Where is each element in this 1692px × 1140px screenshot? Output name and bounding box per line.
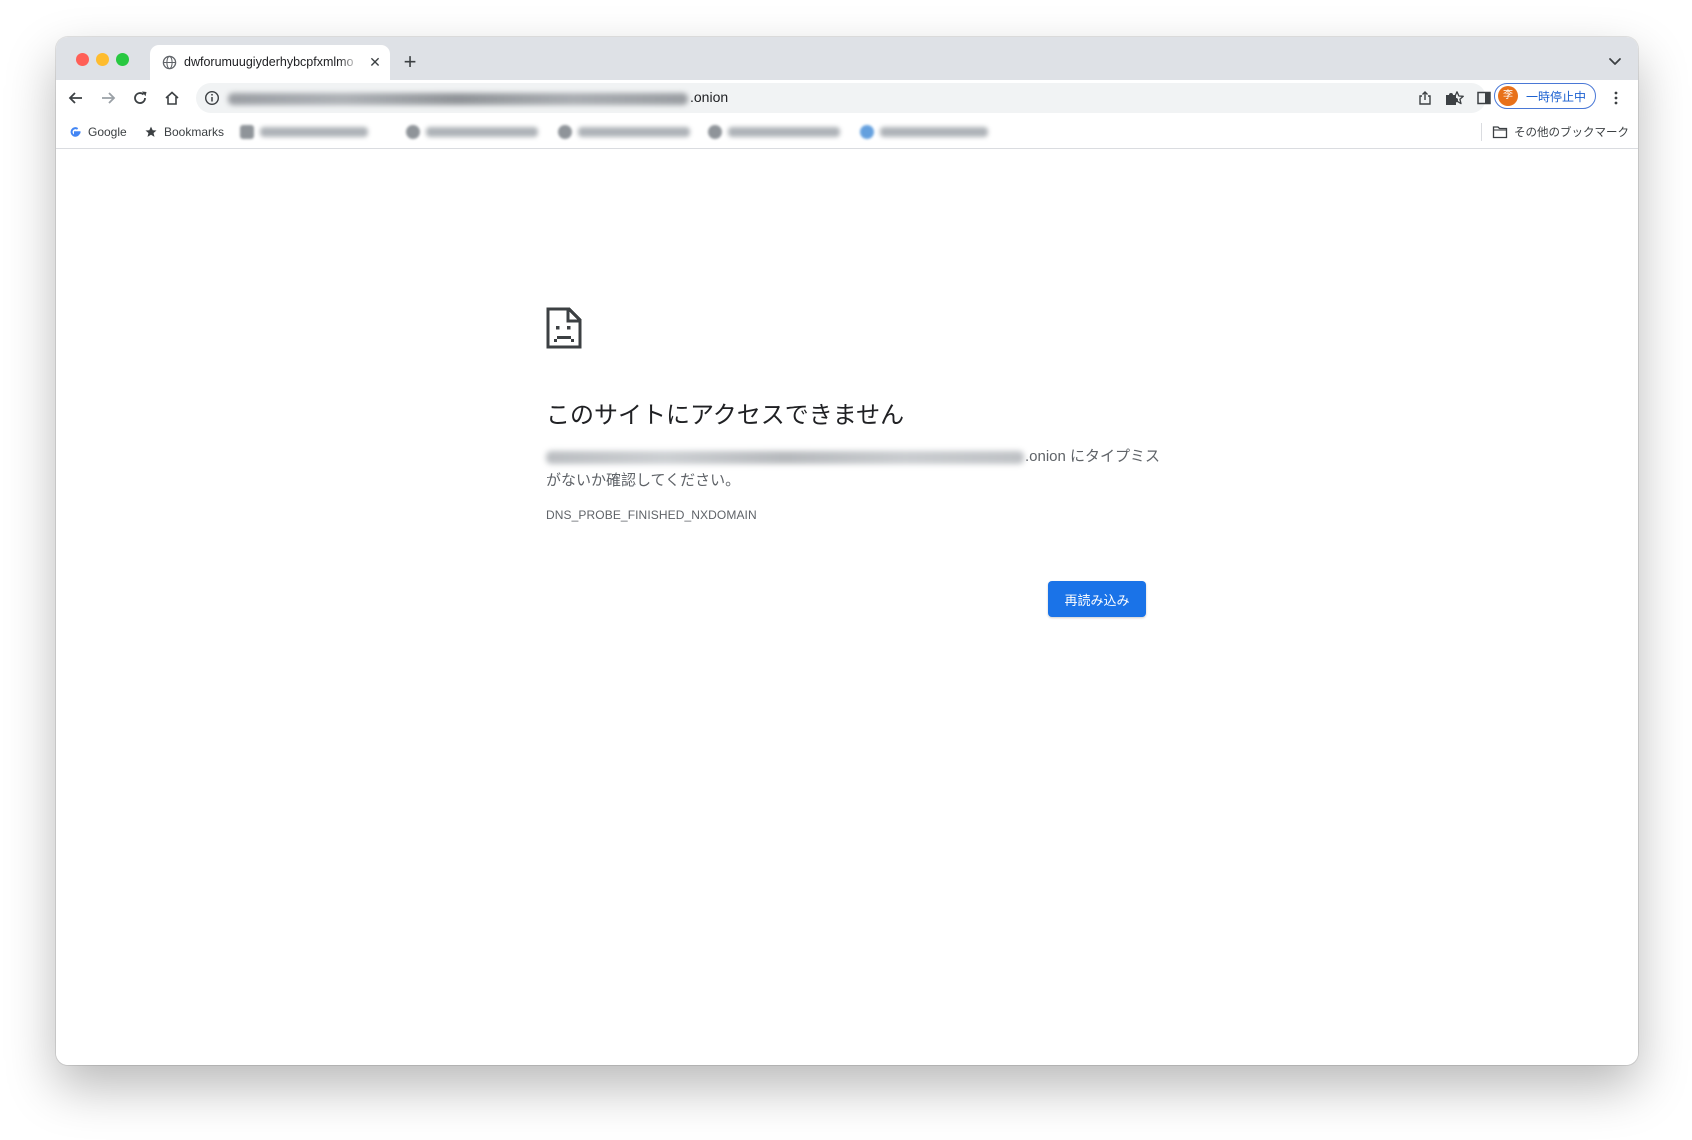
bookmark-bookmarks[interactable]: Bookmarks	[144, 124, 224, 140]
blurred-bookmark-label	[880, 127, 988, 137]
toolbar: .onion 李 一時停止中	[56, 80, 1638, 116]
blurred-favicon-icon	[860, 125, 874, 139]
minimize-window-button[interactable]	[96, 53, 109, 66]
blurred-bookmark-label	[260, 127, 368, 137]
hostname-redacted	[546, 450, 1024, 464]
kebab-menu-icon	[1614, 91, 1618, 105]
profile-status-label: 一時停止中	[1526, 90, 1587, 104]
globe-icon	[162, 55, 177, 70]
blurred-favicon-icon	[406, 125, 420, 139]
extensions-button[interactable]	[1440, 86, 1464, 110]
other-bookmarks[interactable]: その他のブックマーク	[1492, 124, 1629, 140]
blurred-favicon-icon	[240, 125, 254, 139]
url-tld: .onion	[690, 89, 729, 105]
tab-active[interactable]: dwforumuugiyderhybcpfxmlmo ✕	[150, 45, 390, 80]
google-g-icon	[70, 127, 81, 137]
browser-window: dwforumuugiyderhybcpfxmlmo ✕ + .onion 李 …	[56, 37, 1638, 1065]
home-button[interactable]	[160, 86, 184, 110]
reload-button[interactable]: 再読み込み	[1048, 581, 1146, 617]
bookmark-redacted-1[interactable]	[240, 124, 368, 140]
bookmark-label: Google	[88, 125, 127, 139]
blurred-bookmark-label	[578, 127, 690, 137]
zoom-window-button[interactable]	[116, 53, 129, 66]
chevron-down-icon[interactable]	[1606, 52, 1624, 70]
error-code: DNS_PROBE_FINISHED_NXDOMAIN	[546, 508, 757, 522]
new-tab-button[interactable]: +	[398, 51, 422, 75]
other-bookmarks-label: その他のブックマーク	[1514, 127, 1629, 139]
star-icon	[145, 126, 157, 137]
forward-button[interactable]	[96, 86, 120, 110]
blurred-bookmark-label	[728, 127, 840, 137]
sad-page-icon	[546, 307, 582, 349]
share-icon[interactable]	[1417, 90, 1433, 106]
bookmark-redacted-4[interactable]	[708, 124, 840, 140]
tab-strip: dwforumuugiyderhybcpfxmlmo ✕ +	[56, 37, 1638, 80]
reload-toolbar-button[interactable]	[128, 86, 152, 110]
blurred-favicon-icon	[708, 125, 722, 139]
error-description: .onion にタイプミスがないか確認してください。	[546, 445, 1166, 493]
bookmark-redacted-2[interactable]	[406, 124, 538, 140]
bookmark-redacted-3[interactable]	[558, 124, 690, 140]
error-title: このサイトにアクセスできません	[546, 402, 905, 429]
side-panel-icon	[1477, 91, 1491, 105]
back-arrow-icon	[68, 92, 82, 104]
bookmarks-divider	[1481, 123, 1482, 141]
tab-close-button[interactable]: ✕	[366, 53, 384, 71]
folder-icon	[1492, 126, 1508, 139]
close-window-button[interactable]	[76, 53, 89, 66]
blurred-bookmark-label	[426, 127, 538, 137]
address-bar[interactable]: .onion	[196, 83, 1486, 113]
bookmark-label: Bookmarks	[164, 125, 225, 139]
menu-button[interactable]	[1604, 86, 1628, 110]
forward-arrow-icon	[102, 92, 116, 104]
url-redacted	[228, 93, 688, 105]
avatar: 李	[1498, 86, 1518, 106]
back-button[interactable]	[64, 86, 88, 110]
home-icon	[165, 91, 179, 105]
profile-button[interactable]: 李 一時停止中	[1494, 83, 1596, 109]
reload-icon	[134, 91, 147, 104]
puzzle-icon	[1446, 93, 1458, 105]
info-icon[interactable]	[204, 90, 220, 106]
tab-title: dwforumuugiyderhybcpfxmlmo	[184, 55, 354, 69]
blurred-favicon-icon	[558, 125, 572, 139]
error-page: このサイトにアクセスできません .onion にタイプミスがないか確認してくださ…	[56, 149, 1638, 1065]
bookmarks-bar: Google Bookmarks その他のブックマーク	[56, 116, 1638, 149]
bookmark-google[interactable]: Google	[68, 124, 127, 140]
side-panel-button[interactable]	[1472, 86, 1496, 110]
bookmark-redacted-5[interactable]	[860, 124, 988, 140]
